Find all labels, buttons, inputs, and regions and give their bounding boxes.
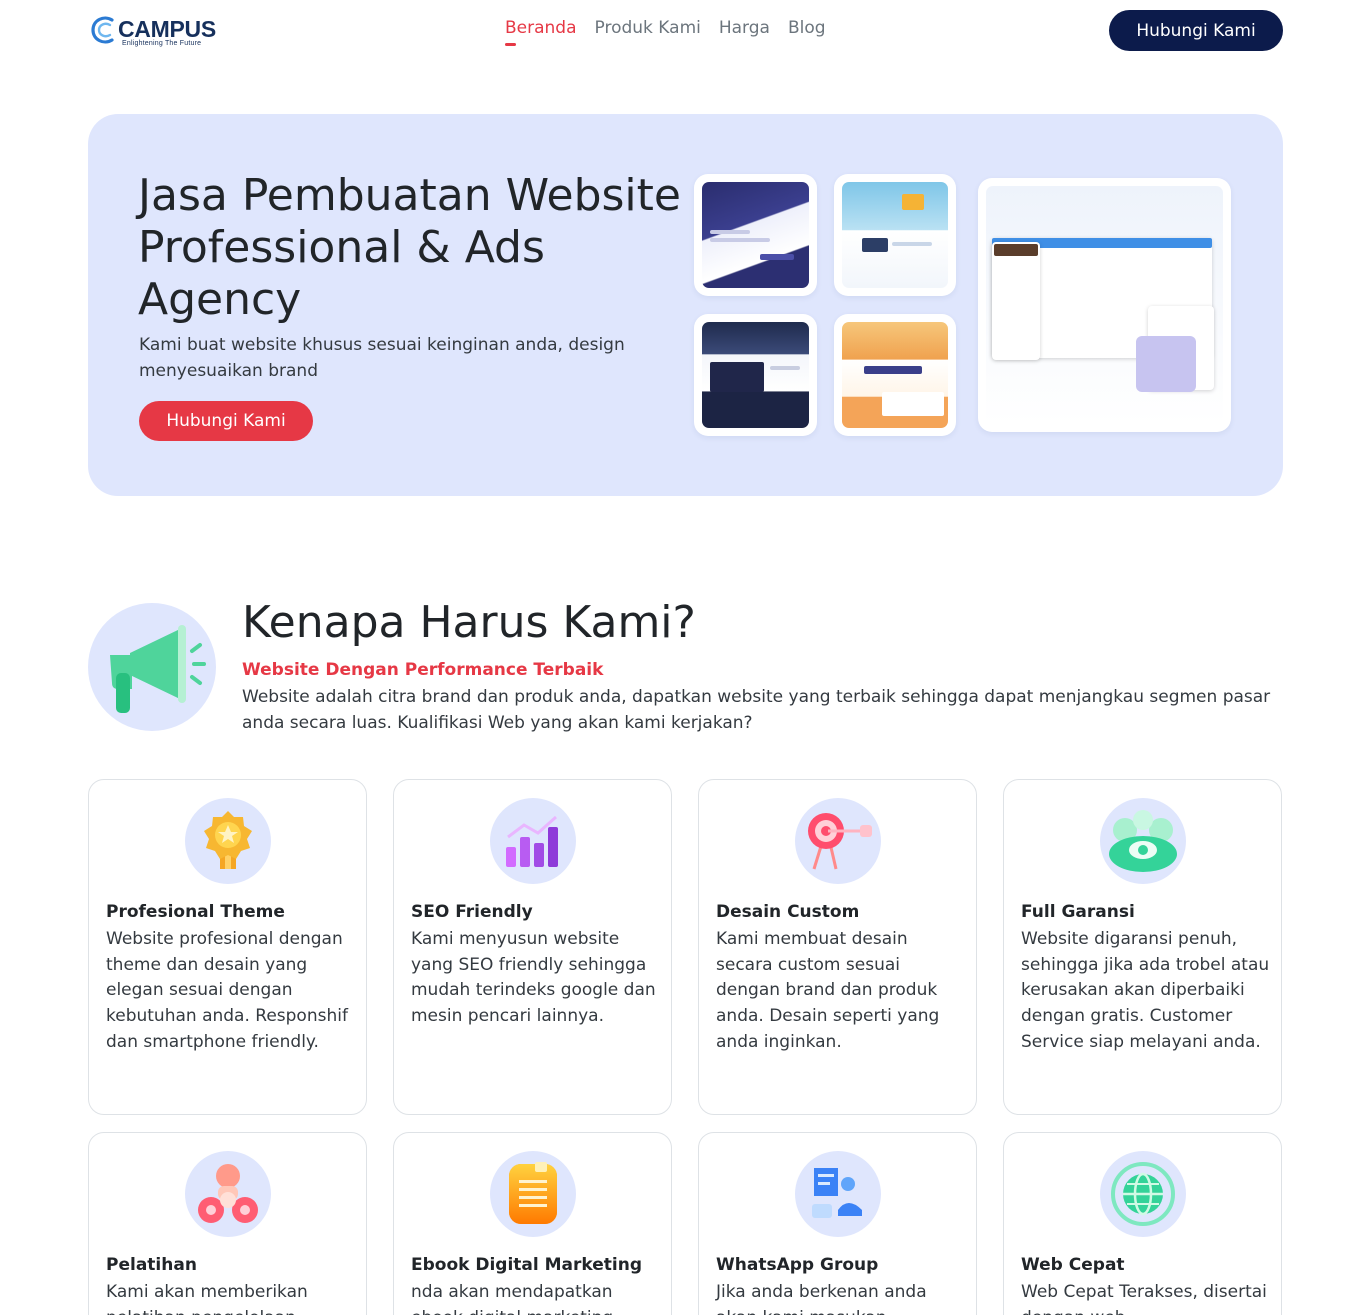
feature-description: Web Cepat Terakses, disertai dengan web bbox=[1021, 1282, 1267, 1315]
feature-card-desain-custom: Desain Custom Kami membuat desain secara… bbox=[698, 779, 977, 1115]
feature-title: Profesional Theme bbox=[106, 902, 285, 922]
feature-description: Kami akan memberikan pelatihan pengelola… bbox=[106, 1282, 308, 1315]
hero-contact-button[interactable]: Hubungi Kami bbox=[139, 401, 313, 441]
portfolio-screenshot-4 bbox=[842, 322, 948, 428]
portfolio-screenshot-5 bbox=[986, 186, 1223, 424]
logo-swirl-icon bbox=[91, 16, 114, 44]
campus-logo[interactable]: CAMPUS Enlightening The Future bbox=[90, 14, 216, 50]
portfolio-screenshot-3 bbox=[702, 322, 809, 428]
money-icon bbox=[1100, 798, 1186, 884]
feature-description: nda akan mendapatkan ebook digital marke… bbox=[411, 1282, 613, 1315]
feature-title: Pelatihan bbox=[106, 1255, 197, 1275]
feature-card-profesional-theme: Profesional Theme Website profesional de… bbox=[88, 779, 367, 1115]
feature-title: Full Garansi bbox=[1021, 902, 1135, 922]
nav-link-beranda[interactable]: Beranda bbox=[505, 18, 577, 46]
portfolio-thumbnail-5[interactable] bbox=[978, 178, 1231, 432]
hero-subtitle: Kami buat website khusus sesuai keingina… bbox=[139, 335, 625, 381]
megaphone-graphic bbox=[110, 625, 206, 713]
ebook-icon bbox=[490, 1151, 576, 1237]
feature-description: Website digaransi penuh, sehingga jika a… bbox=[1021, 929, 1270, 1052]
nav-link-produk-kami[interactable]: Produk Kami bbox=[595, 18, 701, 38]
feature-title: Desain Custom bbox=[716, 902, 860, 922]
feature-title: Ebook Digital Marketing bbox=[411, 1255, 643, 1275]
why-title: Kenapa Harus Kami? bbox=[242, 597, 696, 648]
portfolio-thumbnail-2[interactable] bbox=[834, 174, 956, 296]
feature-description: Website profesional dengan theme dan des… bbox=[106, 929, 348, 1052]
logo-tagline: Enlightening The Future bbox=[122, 40, 202, 47]
feature-card-full-garansi: Full Garansi Website digaransi penuh, se… bbox=[1003, 779, 1282, 1115]
target-icon bbox=[795, 798, 881, 884]
portfolio-screenshot-2 bbox=[842, 182, 948, 288]
portfolio-thumbnail-3[interactable] bbox=[694, 314, 817, 436]
main-nav: Beranda Produk Kami Harga Blog bbox=[505, 18, 826, 46]
medal-icon bbox=[185, 798, 271, 884]
feature-card-ebook-digital-marketing: Ebook Digital Marketing nda akan mendapa… bbox=[393, 1132, 672, 1315]
feature-card-pelatihan: Pelatihan Kami akan memberikan pelatihan… bbox=[88, 1132, 367, 1315]
feature-card-whatsapp-group: WhatsApp Group Jika anda berkenan anda a… bbox=[698, 1132, 977, 1315]
navbar: CAMPUS Enlightening The Future Beranda P… bbox=[0, 0, 1366, 62]
why-description: Website adalah citra brand dan produk an… bbox=[242, 687, 1271, 733]
feature-card-seo-friendly: SEO Friendly Kami menyusun website yang … bbox=[393, 779, 672, 1115]
logo-text: CAMPUS bbox=[118, 16, 216, 42]
hero-section: Jasa Pembuatan Website Professional & Ad… bbox=[88, 114, 1283, 496]
nav-link-harga[interactable]: Harga bbox=[719, 18, 770, 38]
feature-title: Web Cepat bbox=[1021, 1255, 1125, 1275]
feature-description: Kami membuat desain secara custom sesuai… bbox=[716, 929, 940, 1052]
feature-description: Kami menyusun website yang SEO friendly … bbox=[411, 929, 656, 1027]
feature-title: WhatsApp Group bbox=[716, 1255, 879, 1275]
megaphone-icon bbox=[88, 603, 216, 731]
portfolio-screenshot-1 bbox=[702, 182, 809, 288]
people-icon bbox=[185, 1151, 271, 1237]
hero-title: Jasa Pembuatan Website Professional & Ad… bbox=[138, 170, 681, 325]
feature-card-web-cepat: Web Cepat Web Cepat Terakses, disertai d… bbox=[1003, 1132, 1282, 1315]
chat-icon bbox=[795, 1151, 881, 1237]
portfolio-thumbnail-1[interactable] bbox=[694, 174, 817, 296]
globe-icon bbox=[1100, 1151, 1186, 1237]
nav-link-blog[interactable]: Blog bbox=[788, 18, 826, 38]
why-subtitle: Website Dengan Performance Terbaik bbox=[242, 660, 604, 680]
chart-icon bbox=[490, 798, 576, 884]
nav-contact-button[interactable]: Hubungi Kami bbox=[1109, 10, 1283, 51]
portfolio-thumbnail-4[interactable] bbox=[834, 314, 956, 436]
feature-title: SEO Friendly bbox=[411, 902, 533, 922]
feature-description: Jika anda berkenan anda akan kami masuka… bbox=[716, 1282, 927, 1315]
